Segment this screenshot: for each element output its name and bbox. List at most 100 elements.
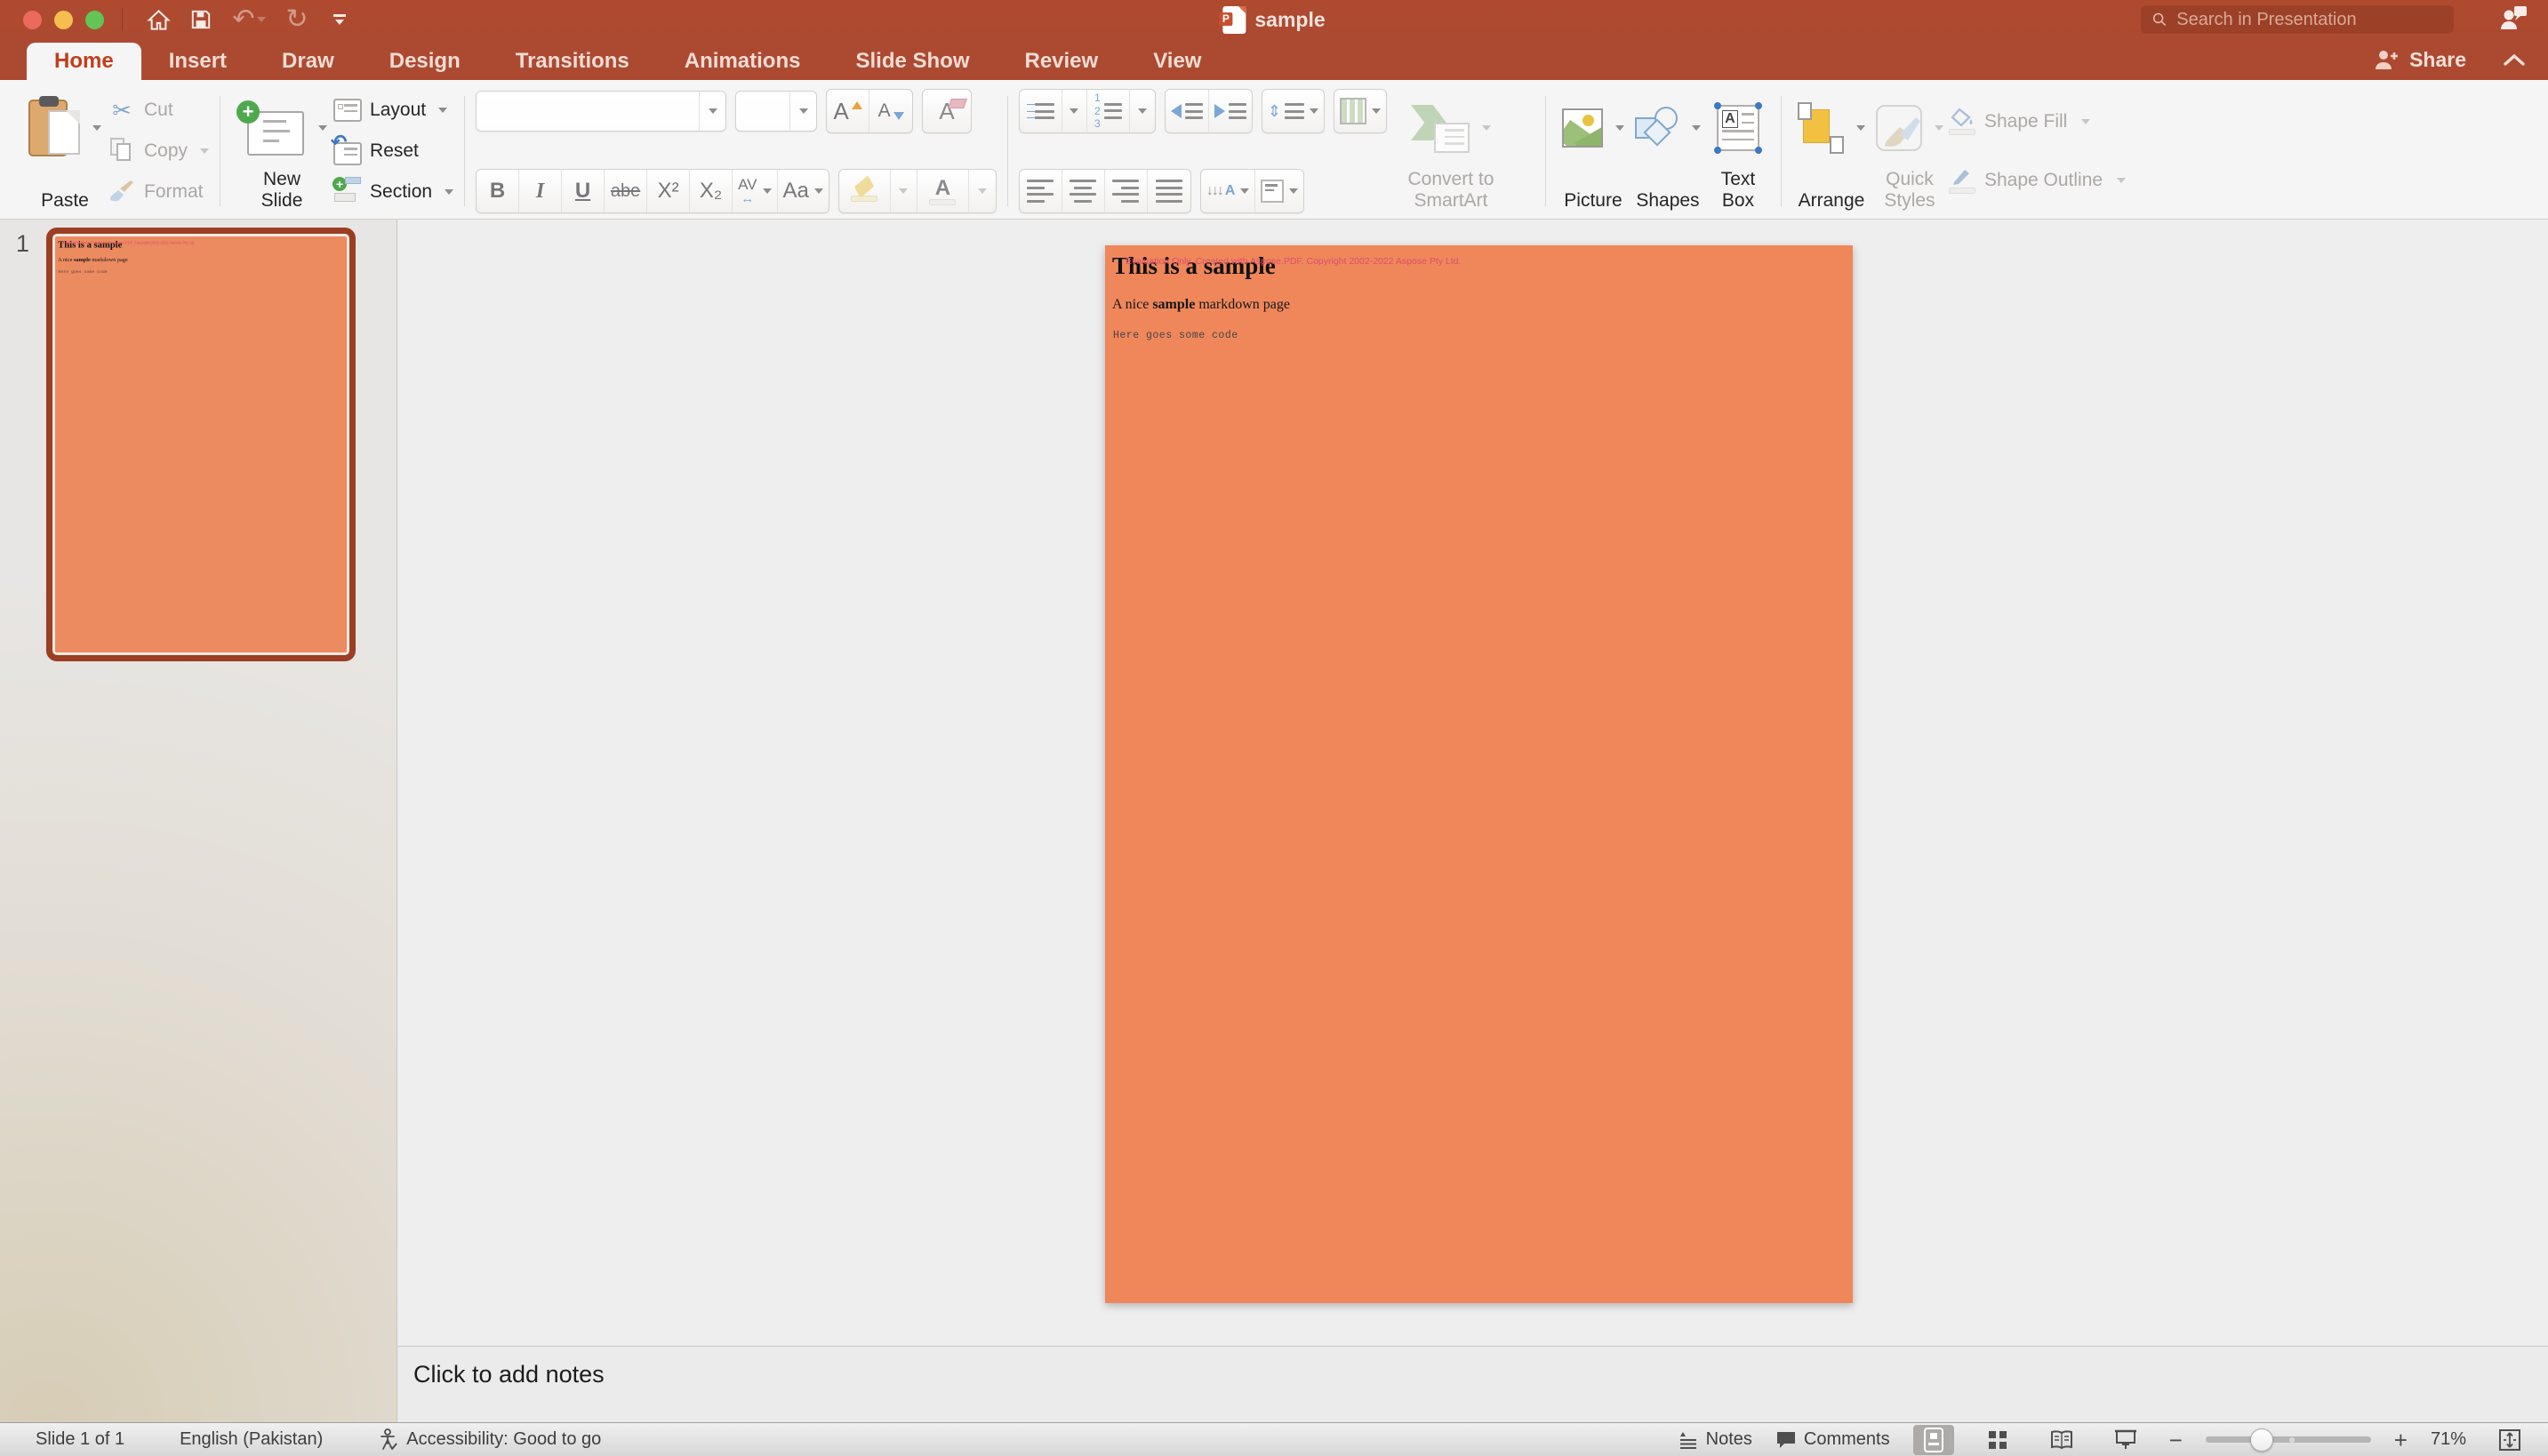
font-color-button[interactable]: A: [917, 170, 969, 212]
slide[interactable]: This is a sample Evaluation Only. Create…: [1105, 245, 1853, 1303]
presence-button[interactable]: [2498, 4, 2528, 37]
minimize-window-button[interactable]: [54, 11, 73, 29]
tab-insert[interactable]: Insert: [141, 43, 254, 80]
subscript-button[interactable]: X₂: [690, 170, 733, 212]
bullets-button[interactable]: [1020, 90, 1062, 132]
zoom-level[interactable]: 71%: [2431, 1429, 2466, 1450]
tab-review[interactable]: Review: [997, 43, 1126, 80]
shapes-dropdown-arrow[interactable]: [1692, 125, 1701, 131]
fit-slide-to-window-button[interactable]: [2489, 1425, 2530, 1455]
font-color-dropdown[interactable]: [969, 170, 996, 212]
picture-dropdown-arrow[interactable]: [1615, 125, 1624, 131]
increase-indent-button[interactable]: [1209, 90, 1252, 132]
underline-button[interactable]: U: [562, 170, 605, 212]
tab-draw[interactable]: Draw: [254, 43, 362, 80]
smartart-dropdown-arrow[interactable]: [1482, 125, 1491, 131]
tab-transitions[interactable]: Transitions: [488, 43, 657, 80]
align-center-button[interactable]: [1062, 170, 1105, 212]
numbering-button[interactable]: 123: [1087, 90, 1130, 132]
copy-dropdown-arrow[interactable]: [200, 148, 209, 154]
align-right-button[interactable]: [1105, 170, 1148, 212]
italic-button[interactable]: I: [519, 170, 562, 212]
language-indicator[interactable]: English (Pakistan): [180, 1429, 323, 1450]
zoom-window-button[interactable]: [85, 11, 104, 29]
accessibility-status[interactable]: Accessibility: Good to go: [378, 1428, 601, 1452]
convert-to-smartart-button[interactable]: Convert to SmartArt: [1392, 89, 1510, 213]
shape-outline-dropdown-arrow[interactable]: [2117, 178, 2126, 183]
columns-button[interactable]: [1334, 90, 1386, 132]
slide-sorter-view-button[interactable]: [1977, 1425, 2018, 1455]
tab-home[interactable]: Home: [27, 43, 141, 80]
search-box[interactable]: [2141, 5, 2454, 34]
strikethrough-button[interactable]: abe: [605, 170, 647, 212]
comments-toggle[interactable]: Comments: [1775, 1429, 1890, 1451]
highlight-dropdown[interactable]: [891, 170, 917, 212]
slide-editor-canvas[interactable]: This is a sample Evaluation Only. Create…: [397, 220, 2548, 1346]
clear-formatting-button[interactable]: A: [922, 89, 972, 133]
line-spacing-button[interactable]: ⇕: [1262, 90, 1324, 132]
picture-button[interactable]: Picture: [1557, 89, 1630, 213]
justify-button[interactable]: [1148, 170, 1190, 212]
cut-button[interactable]: ✂ Cut: [107, 92, 209, 128]
increase-font-size-button[interactable]: A: [827, 90, 869, 132]
home-quick-button[interactable]: [140, 4, 176, 35]
copy-button[interactable]: Copy: [107, 133, 209, 169]
search-input[interactable]: [2176, 10, 2443, 30]
arrange-button[interactable]: Arrange: [1792, 89, 1871, 213]
slide-thumbnail[interactable]: This is a sample Evaluation Only. Create…: [46, 228, 356, 661]
layout-dropdown-arrow[interactable]: [438, 108, 447, 113]
decrease-indent-button[interactable]: [1166, 90, 1209, 132]
quick-styles-button[interactable]: Quick Styles: [1871, 89, 1949, 213]
reset-button[interactable]: ↶ Reset: [333, 133, 453, 169]
tab-design[interactable]: Design: [362, 43, 488, 80]
font-size-combobox[interactable]: [735, 91, 817, 132]
normal-view-button[interactable]: [1913, 1425, 1954, 1455]
slide-show-button[interactable]: [2105, 1425, 2146, 1455]
customize-toolbar-button[interactable]: [322, 4, 357, 35]
new-slide-button[interactable]: + New Slide: [231, 89, 333, 213]
tab-slide-show[interactable]: Slide Show: [828, 43, 997, 80]
new-slide-dropdown-arrow[interactable]: [318, 125, 327, 131]
close-window-button[interactable]: [23, 11, 42, 29]
zoom-slider-knob[interactable]: [2250, 1428, 2273, 1452]
superscript-button[interactable]: X²: [647, 170, 690, 212]
paste-button[interactable]: Paste: [23, 89, 107, 213]
align-text-button[interactable]: [1255, 170, 1303, 212]
line-spacing-dropdown-arrow[interactable]: [1310, 108, 1318, 114]
save-button[interactable]: [183, 4, 219, 35]
highlight-button[interactable]: [839, 170, 891, 212]
notes-toggle[interactable]: Notes: [1678, 1429, 1752, 1451]
notes-pane[interactable]: Click to add notes: [397, 1346, 2548, 1422]
shapes-button[interactable]: Shapes: [1630, 89, 1706, 213]
redo-button[interactable]: ↻: [279, 4, 315, 35]
tab-view[interactable]: View: [1126, 43, 1229, 80]
font-name-combobox[interactable]: [476, 91, 726, 132]
shape-fill-dropdown-arrow[interactable]: [2081, 119, 2090, 124]
align-left-button[interactable]: [1020, 170, 1062, 212]
share-button[interactable]: Share: [2374, 48, 2466, 72]
text-direction-button[interactable]: ↓↓↓A: [1201, 170, 1256, 212]
change-case-button[interactable]: Aa: [778, 170, 829, 212]
paste-dropdown-arrow[interactable]: [92, 125, 101, 131]
numbering-dropdown[interactable]: [1130, 90, 1155, 132]
decrease-font-size-button[interactable]: A: [869, 90, 912, 132]
quick-styles-dropdown-arrow[interactable]: [1935, 125, 1943, 131]
columns-dropdown-arrow[interactable]: [1372, 108, 1381, 114]
collapse-ribbon-chevron-icon[interactable]: [2502, 52, 2527, 68]
text-box-button[interactable]: A Text Box: [1706, 89, 1770, 213]
reading-view-button[interactable]: [2041, 1425, 2082, 1455]
format-painter-button[interactable]: Format: [107, 174, 209, 210]
character-spacing-button[interactable]: AV↔: [733, 170, 777, 212]
layout-button[interactable]: Layout: [333, 92, 453, 128]
bullets-dropdown[interactable]: [1062, 90, 1087, 132]
align-text-dropdown-arrow[interactable]: [1289, 188, 1298, 194]
arrange-dropdown-arrow[interactable]: [1856, 125, 1865, 131]
undo-button[interactable]: ↶: [226, 4, 272, 35]
bold-button[interactable]: B: [477, 170, 519, 212]
shape-outline-button[interactable]: Shape Outline: [1949, 161, 2126, 200]
change-case-dropdown-arrow[interactable]: [814, 188, 823, 194]
zoom-slider[interactable]: [2206, 1436, 2371, 1443]
character-spacing-dropdown-arrow[interactable]: [763, 188, 772, 194]
text-direction-dropdown-arrow[interactable]: [1240, 188, 1249, 194]
tab-animations[interactable]: Animations: [657, 43, 829, 80]
